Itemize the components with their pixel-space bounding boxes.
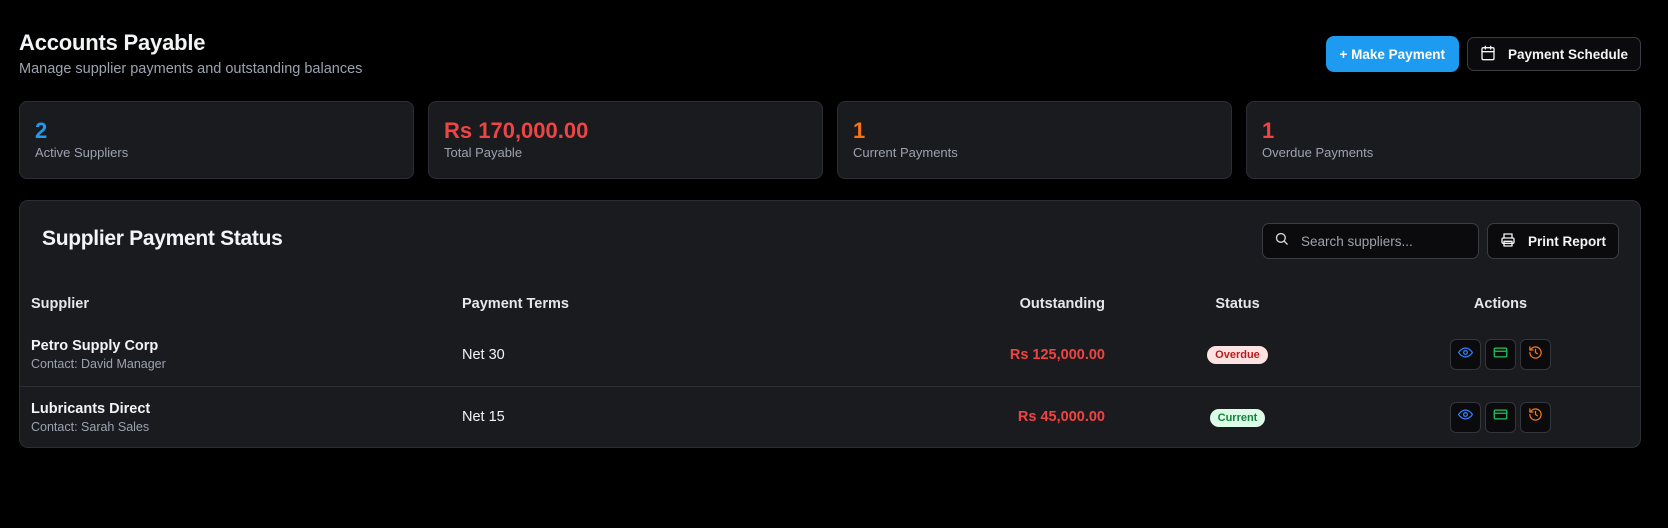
credit-card-icon <box>1493 345 1508 365</box>
table-header-row: Supplier Payment Terms Outstanding Statu… <box>20 284 1640 324</box>
actions-cell <box>1359 385 1640 447</box>
panel-title: Supplier Payment Status <box>42 227 283 250</box>
stat-value: Rs 170,000.00 <box>444 118 589 143</box>
column-header-terms: Payment Terms <box>462 296 569 312</box>
stats-row: 2 Active Suppliers Rs 170,000.00 Total P… <box>19 101 1641 179</box>
status-cell: Current <box>1116 385 1359 447</box>
stat-card-active-suppliers: 2 Active Suppliers <box>19 101 414 179</box>
history-button[interactable] <box>1520 339 1551 371</box>
stat-label: Total Payable <box>444 145 523 160</box>
credit-card-icon <box>1493 407 1508 427</box>
row-actions <box>1450 339 1551 371</box>
stat-card-total-payable: Rs 170,000.00 Total Payable <box>428 101 823 179</box>
eye-icon <box>1458 345 1473 365</box>
supplier-contact: Contact: David Manager <box>31 357 166 372</box>
panel-tools: Print Report <box>1261 223 1619 259</box>
supplier-name: Lubricants Direct <box>31 400 151 417</box>
status-badge: Current <box>1209 408 1266 427</box>
stat-value: 1 <box>1262 118 1275 143</box>
table-row: Lubricants Direct Contact: Sarah Sales N… <box>20 385 1640 447</box>
actions-cell <box>1359 324 1640 386</box>
column-header-status: Status <box>1215 296 1260 312</box>
page-header: Accounts Payable Manage supplier payment… <box>19 28 1641 80</box>
status-cell: Overdue <box>1116 324 1359 386</box>
view-button[interactable] <box>1450 401 1481 433</box>
search-icon <box>1274 231 1289 251</box>
search-input[interactable] <box>1300 233 1461 249</box>
pay-button[interactable] <box>1485 339 1516 371</box>
supplier-contact: Contact: Sarah Sales <box>31 419 150 434</box>
payment-terms: Net 30 <box>462 346 505 363</box>
row-actions <box>1450 401 1551 433</box>
stat-value: 2 <box>35 118 48 143</box>
stat-card-current-payments: 1 Current Payments <box>837 101 1232 179</box>
supplier-cell: Petro Supply Corp Contact: David Manager <box>20 324 451 386</box>
view-button[interactable] <box>1450 339 1481 371</box>
supplier-cell: Lubricants Direct Contact: Sarah Sales <box>20 385 451 447</box>
stat-value: 1 <box>853 118 866 143</box>
column-header-outstanding: Outstanding <box>1019 296 1105 312</box>
history-icon <box>1528 407 1543 427</box>
column-header-supplier: Supplier <box>31 296 90 312</box>
outstanding-amount: Rs 45,000.00 <box>1017 409 1105 426</box>
terms-cell: Net 30 <box>451 324 751 386</box>
stat-label: Overdue Payments <box>1262 145 1374 160</box>
table-row: Petro Supply Corp Contact: David Manager… <box>20 324 1640 386</box>
outstanding-cell: Rs 45,000.00 <box>751 385 1116 447</box>
calendar-icon <box>1480 45 1496 64</box>
payment-terms: Net 15 <box>462 409 505 426</box>
print-report-label: Print Report <box>1527 233 1606 249</box>
history-button[interactable] <box>1520 401 1551 433</box>
outstanding-amount: Rs 125,000.00 <box>1009 346 1105 363</box>
stat-card-overdue-payments: 1 Overdue Payments <box>1246 101 1641 179</box>
make-payment-button[interactable]: + Make Payment <box>1325 36 1459 72</box>
stat-label: Current Payments <box>853 145 958 160</box>
history-icon <box>1528 345 1543 365</box>
payment-schedule-button[interactable]: Payment Schedule <box>1466 37 1641 71</box>
pay-button[interactable] <box>1485 401 1516 433</box>
search-box[interactable] <box>1261 223 1479 259</box>
header-actions: + Make Payment Payment Schedule <box>1325 36 1641 72</box>
supplier-table: Supplier Payment Terms Outstanding Statu… <box>20 284 1640 447</box>
stat-label: Active Suppliers <box>35 145 129 160</box>
terms-cell: Net 15 <box>451 385 751 447</box>
supplier-name: Petro Supply Corp <box>31 338 159 355</box>
outstanding-cell: Rs 125,000.00 <box>751 324 1116 386</box>
print-report-button[interactable]: Print Report <box>1486 223 1619 259</box>
printer-icon <box>1500 232 1516 251</box>
supplier-payment-panel: Supplier Payment Status Print Report Sup… <box>19 200 1641 448</box>
eye-icon <box>1458 407 1473 427</box>
column-header-actions: Actions <box>1473 296 1528 312</box>
status-badge: Overdue <box>1207 346 1268 365</box>
payment-schedule-label: Payment Schedule <box>1507 46 1628 62</box>
